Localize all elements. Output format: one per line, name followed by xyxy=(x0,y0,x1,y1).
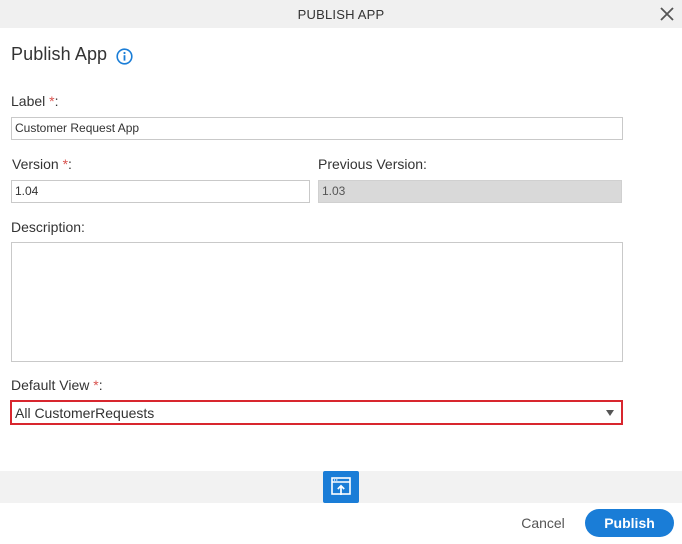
publish-upload-icon xyxy=(331,477,351,495)
version-input[interactable]: 1.04 xyxy=(11,180,310,203)
publish-upload-icon-button[interactable] xyxy=(323,471,359,503)
description-label: Description: xyxy=(11,219,85,235)
previous-version-label: Previous Version: xyxy=(318,156,427,172)
default-view-select[interactable]: All CustomerRequests xyxy=(10,400,623,425)
label-field-label: Label *: xyxy=(11,93,59,109)
cancel-button[interactable]: Cancel xyxy=(510,511,576,535)
publish-button[interactable]: Publish xyxy=(585,509,674,537)
version-field-label: Version *: xyxy=(12,156,72,172)
default-view-label: Default View *: xyxy=(11,377,103,393)
default-view-selected-value: All CustomerRequests xyxy=(15,405,155,421)
close-icon[interactable] xyxy=(658,5,676,23)
page-title: Publish App xyxy=(11,44,108,64)
info-icon[interactable] xyxy=(116,48,133,65)
label-input[interactable]: Customer Request App xyxy=(11,117,623,140)
dialog-title: PUBLISH APP xyxy=(297,7,385,22)
description-textarea[interactable] xyxy=(11,242,623,362)
dropdown-caret-icon xyxy=(606,410,614,416)
previous-version-input: 1.03 xyxy=(318,180,622,203)
dialog-titlebar: PUBLISH APP xyxy=(0,0,682,28)
